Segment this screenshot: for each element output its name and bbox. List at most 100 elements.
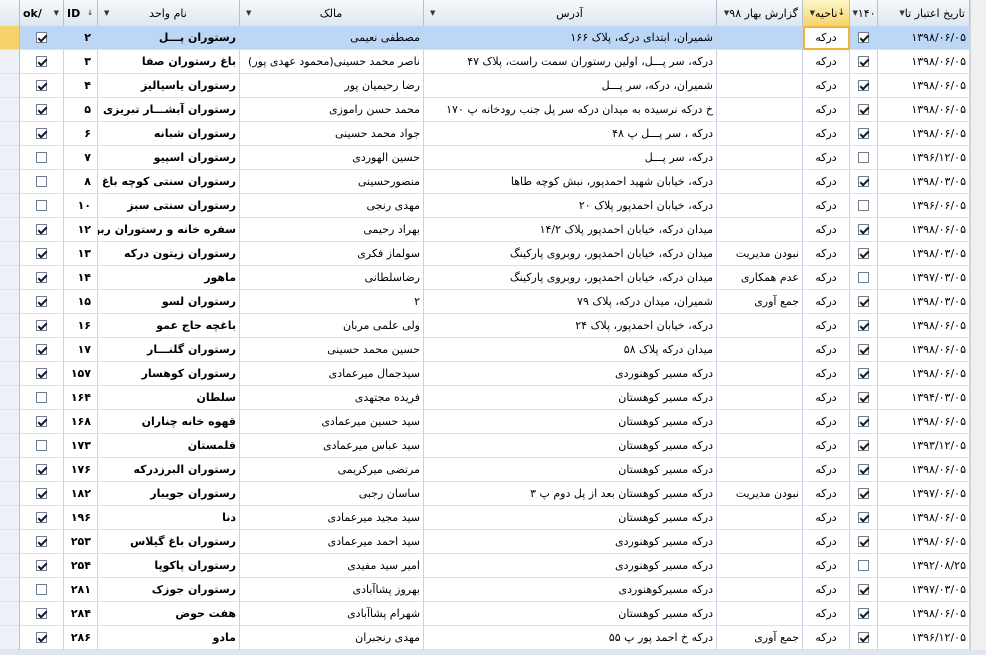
table-row[interactable]: ۱۳۹۴/۰۳/۰۵ درکه درکه مسیر کوهستان فریده مجت…	[0, 386, 970, 410]
naheye-cell[interactable]: درکه	[803, 458, 850, 482]
id-cell[interactable]: ۴	[64, 74, 98, 98]
row-selector[interactable]	[0, 290, 20, 314]
checkbox[interactable]	[36, 32, 47, 43]
naheye-cell[interactable]: درکه	[803, 554, 850, 578]
row-selector[interactable]	[0, 218, 20, 242]
checkbox[interactable]	[36, 512, 47, 523]
checkbox[interactable]	[858, 128, 869, 139]
address-cell[interactable]: شمیران، درکه، سر پـــل	[424, 74, 717, 98]
table-row[interactable]: ۱۳۹۷/۰۳/۰۵ درکه درکه مسیرکوهنوردی بهروز پشا…	[0, 578, 970, 602]
id-cell[interactable]: ۸	[64, 170, 98, 194]
ok-checkbox-cell[interactable]	[20, 242, 64, 266]
checkbox[interactable]	[858, 152, 869, 163]
unit-cell[interactable]: قهوه خانه چناران	[98, 410, 240, 434]
unit-cell[interactable]: رستوران کوهسار	[98, 362, 240, 386]
row-selector[interactable]	[0, 146, 20, 170]
ok-checkbox-cell[interactable]	[20, 434, 64, 458]
ok-checkbox-cell[interactable]	[20, 386, 64, 410]
date-cell[interactable]: ۱۳۹۸/۰۶/۰۵	[878, 218, 970, 242]
row-selector[interactable]	[0, 50, 20, 74]
table-row[interactable]: ۱۳۹۸/۰۶/۰۵ درکه درکه، سر پـــل، اولین رستو…	[0, 50, 970, 74]
date-cell[interactable]: ۱۳۹۸/۰۶/۰۵	[878, 74, 970, 98]
date-cell[interactable]: ۱۳۹۸/۰۳/۰۵	[878, 290, 970, 314]
owner-cell[interactable]: محمد حسن راموزی	[240, 98, 424, 122]
chevron-down-icon[interactable]: ▼	[808, 9, 815, 17]
naheye-cell[interactable]: درکه	[803, 314, 850, 338]
row-selector[interactable]	[0, 242, 20, 266]
column-header-140[interactable]: ۱۴۰ ▼	[850, 0, 878, 26]
row-selector[interactable]	[0, 410, 20, 434]
id-cell[interactable]: ۱۰	[64, 194, 98, 218]
checkbox[interactable]	[36, 128, 47, 139]
checkbox[interactable]	[36, 440, 47, 451]
date-cell[interactable]: ۱۳۹۸/۰۶/۰۵	[878, 98, 970, 122]
date-cell[interactable]: ۱۳۹۶/۱۲/۰۵	[878, 626, 970, 650]
unit-cell[interactable]: باغ رستوران صفا	[98, 50, 240, 74]
date-cell[interactable]: ۱۳۹۲/۰۸/۲۵	[878, 554, 970, 578]
id-cell[interactable]: ۱۳	[64, 242, 98, 266]
owner-cell[interactable]: شهرام پشاآبادی	[240, 602, 424, 626]
naheye-cell[interactable]: درکه	[803, 386, 850, 410]
owner-cell[interactable]: مصطفی نعیمی	[240, 26, 424, 50]
address-cell[interactable]: درکه، خیابان احمدپور، پلاک ۲۴	[424, 314, 717, 338]
c140-checkbox-cell[interactable]	[850, 362, 878, 386]
c140-checkbox-cell[interactable]	[850, 266, 878, 290]
naheye-cell[interactable]: درکه	[803, 170, 850, 194]
report-cell[interactable]: نبودن مدیریت	[717, 242, 803, 266]
report-cell[interactable]	[717, 554, 803, 578]
owner-cell[interactable]: مرتضی میرکریمی	[240, 458, 424, 482]
naheye-cell[interactable]: درکه	[803, 194, 850, 218]
checkbox[interactable]	[858, 224, 869, 235]
c140-checkbox-cell[interactable]	[850, 410, 878, 434]
table-row[interactable]: ۱۳۹۶/۱۲/۰۵ درکه جمع آوری درکه خ احمد پور پ …	[0, 626, 970, 650]
owner-cell[interactable]: سید حسین میرعمادی	[240, 410, 424, 434]
owner-cell[interactable]: سولماز فکری	[240, 242, 424, 266]
row-selector[interactable]	[0, 458, 20, 482]
unit-cell[interactable]: رستوران گلنـــار	[98, 338, 240, 362]
date-cell[interactable]: ۱۳۹۸/۰۳/۰۵	[878, 170, 970, 194]
c140-checkbox-cell[interactable]	[850, 434, 878, 458]
ok-checkbox-cell[interactable]	[20, 578, 64, 602]
naheye-cell[interactable]: درکه	[803, 578, 850, 602]
c140-checkbox-cell[interactable]	[850, 578, 878, 602]
date-cell[interactable]: ۱۳۹۸/۰۶/۰۵	[878, 410, 970, 434]
checkbox[interactable]	[858, 512, 869, 523]
row-selector[interactable]	[0, 482, 20, 506]
ok-checkbox-cell[interactable]	[20, 290, 64, 314]
checkbox[interactable]	[36, 104, 47, 115]
checkbox[interactable]	[858, 200, 869, 211]
c140-checkbox-cell[interactable]	[850, 506, 878, 530]
naheye-cell[interactable]: درکه	[803, 146, 850, 170]
unit-cell[interactable]: رستوران پـــل	[98, 26, 240, 50]
date-cell[interactable]: ۱۳۹۸/۰۶/۰۵	[878, 362, 970, 386]
owner-cell[interactable]: منصورحسینی	[240, 170, 424, 194]
checkbox[interactable]	[858, 248, 869, 259]
id-cell[interactable]: ۲۸۱	[64, 578, 98, 602]
unit-cell[interactable]: رستوران اسپیو	[98, 146, 240, 170]
checkbox[interactable]	[858, 104, 869, 115]
id-cell[interactable]: ۱۶۴	[64, 386, 98, 410]
owner-cell[interactable]: سیدجمال میرعمادی	[240, 362, 424, 386]
report-cell[interactable]	[717, 146, 803, 170]
checkbox[interactable]	[858, 392, 869, 403]
id-cell[interactable]: ۲۸۴	[64, 602, 98, 626]
id-cell[interactable]: ۷	[64, 146, 98, 170]
report-cell[interactable]	[717, 314, 803, 338]
date-cell[interactable]: ۱۳۹۶/۱۲/۰۵	[878, 146, 970, 170]
table-row[interactable]: ۱۳۹۸/۰۶/۰۵ درکه درکه مسیر کوهستان سید حسین …	[0, 410, 970, 434]
date-cell[interactable]: ۱۳۹۸/۰۶/۰۵	[878, 314, 970, 338]
id-cell[interactable]: ۱۷	[64, 338, 98, 362]
row-selector[interactable]	[0, 266, 20, 290]
unit-cell[interactable]: رستوران جوزک	[98, 578, 240, 602]
table-row[interactable]: ۱۳۹۸/۰۶/۰۵ درکه درکه مسیر کوهستان مرتضی میر…	[0, 458, 970, 482]
owner-cell[interactable]: ۲	[240, 290, 424, 314]
checkbox[interactable]	[858, 176, 869, 187]
address-cell[interactable]: درکه، سر پـــل، اولین رستوران سمت راست، …	[424, 50, 717, 74]
c140-checkbox-cell[interactable]	[850, 386, 878, 410]
ok-checkbox-cell[interactable]	[20, 122, 64, 146]
ok-checkbox-cell[interactable]	[20, 194, 64, 218]
checkbox[interactable]	[36, 488, 47, 499]
id-cell[interactable]: ۱۸۲	[64, 482, 98, 506]
unit-cell[interactable]: هفت حوض	[98, 602, 240, 626]
column-header-ok[interactable]: ok/ ▼	[20, 0, 64, 26]
